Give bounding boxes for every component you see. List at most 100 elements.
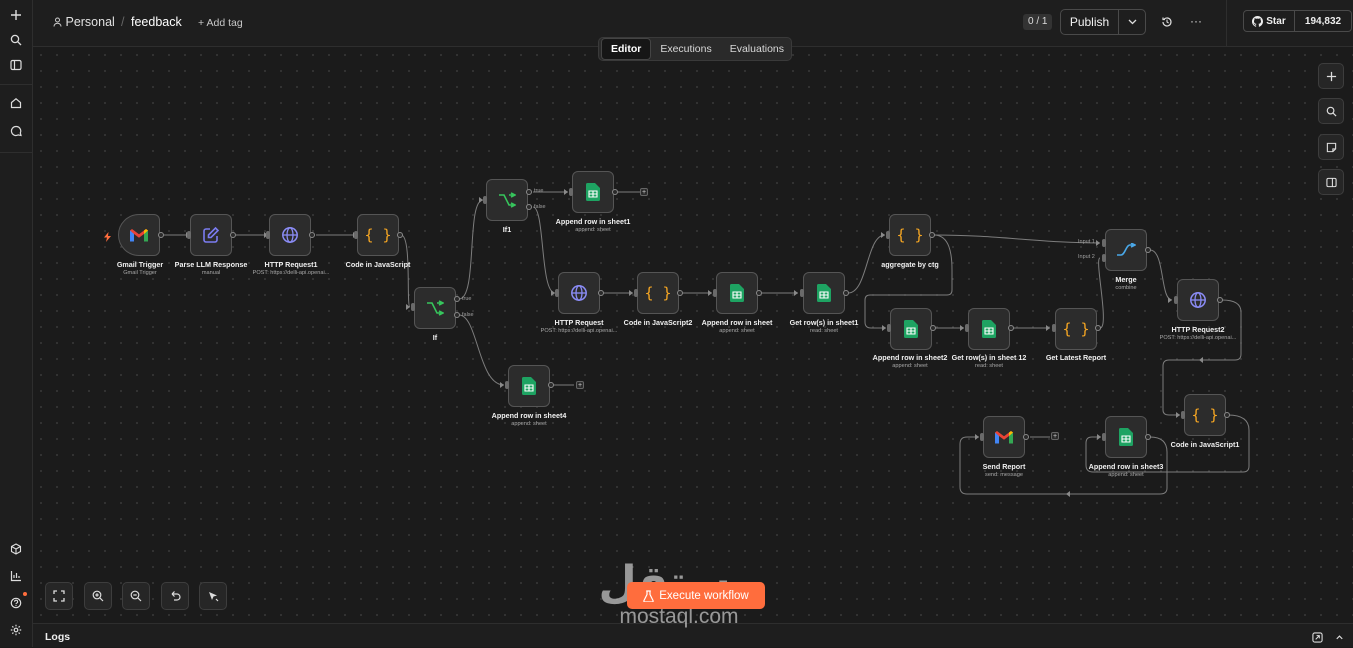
chat-icon[interactable] (6, 121, 26, 141)
input-port[interactable] (980, 433, 984, 441)
output-port[interactable] (1145, 434, 1151, 440)
workflow-canvas[interactable] (33, 47, 1353, 622)
input-port[interactable] (1052, 324, 1056, 332)
node-append-row-in-sheet[interactable] (716, 272, 758, 314)
input-port[interactable] (1174, 296, 1178, 304)
node-code-in-javascript[interactable]: { } (357, 214, 399, 256)
input-port[interactable] (713, 289, 717, 297)
history-icon[interactable] (1161, 15, 1173, 33)
add-node-button[interactable]: + (576, 381, 584, 389)
tab-evaluations[interactable]: Evaluations (721, 39, 793, 59)
input-port[interactable] (483, 196, 487, 204)
output-port[interactable] (548, 382, 554, 388)
output-port[interactable] (930, 325, 936, 331)
node-append-row-in-sheet1[interactable] (572, 171, 614, 213)
input-port-2[interactable] (1102, 254, 1106, 262)
output-port[interactable] (1023, 434, 1029, 440)
output-port-false[interactable] (526, 204, 532, 210)
publish-button[interactable]: Publish (1061, 10, 1119, 34)
github-star-button[interactable]: Star (1244, 11, 1295, 31)
add-node-button[interactable]: + (1051, 432, 1059, 440)
github-star-widget[interactable]: Star 194,832 (1243, 10, 1352, 32)
output-port[interactable] (309, 232, 315, 238)
node-get-rows-in-sheet-12[interactable] (968, 308, 1010, 350)
search-icon[interactable] (6, 30, 26, 50)
output-port[interactable] (397, 232, 403, 238)
zoom-in-button[interactable] (84, 582, 112, 610)
logs-panel[interactable]: Logs (33, 623, 1353, 647)
output-port[interactable] (677, 290, 683, 296)
templates-icon[interactable] (6, 539, 26, 559)
add-node-button[interactable]: + (640, 188, 648, 196)
plus-icon[interactable] (6, 5, 26, 25)
sticky-note-button[interactable] (1318, 134, 1344, 160)
output-port[interactable] (1008, 325, 1014, 331)
node-if1[interactable] (486, 179, 528, 221)
output-port[interactable] (598, 290, 604, 296)
tab-executions[interactable]: Executions (651, 39, 720, 59)
execute-workflow-button[interactable]: Execute workflow (627, 582, 765, 609)
node-http-request[interactable] (558, 272, 600, 314)
input-port[interactable] (505, 381, 509, 389)
output-port[interactable] (612, 189, 618, 195)
input-port[interactable] (411, 303, 415, 311)
output-port[interactable] (1145, 247, 1151, 253)
toggle-panel-button[interactable] (1318, 169, 1344, 195)
output-port[interactable] (1217, 297, 1223, 303)
input-port[interactable] (187, 231, 191, 239)
input-port-1[interactable] (1102, 239, 1106, 247)
input-port[interactable] (800, 289, 804, 297)
node-http-request1[interactable] (269, 214, 311, 256)
undo-button[interactable] (161, 582, 189, 610)
search-nodes-button[interactable] (1318, 98, 1344, 124)
input-port[interactable] (555, 289, 559, 297)
input-port[interactable] (354, 231, 358, 239)
output-port[interactable] (843, 290, 849, 296)
node-append-row-in-sheet2[interactable] (890, 308, 932, 350)
tidy-up-button[interactable] (199, 582, 227, 610)
help-icon[interactable] (6, 592, 27, 613)
node-append-row-in-sheet3[interactable] (1105, 416, 1147, 458)
output-port[interactable] (230, 232, 236, 238)
add-node-panel-button[interactable] (1318, 63, 1344, 89)
input-port[interactable] (1102, 433, 1106, 441)
workflow-name[interactable]: feedback (131, 15, 182, 29)
output-port-true[interactable] (526, 189, 532, 195)
output-port[interactable] (158, 232, 164, 238)
node-aggregate-by-ctg[interactable]: { } (889, 214, 931, 256)
input-port[interactable] (886, 231, 890, 239)
input-port[interactable] (887, 324, 891, 332)
output-port-false[interactable] (454, 312, 460, 318)
zoom-out-button[interactable] (122, 582, 150, 610)
node-get-rows-in-sheet1[interactable] (803, 272, 845, 314)
node-http-request2[interactable] (1177, 279, 1219, 321)
tab-editor[interactable]: Editor (601, 38, 652, 60)
input-port[interactable] (266, 231, 270, 239)
output-port[interactable] (756, 290, 762, 296)
input-port[interactable] (1181, 411, 1185, 419)
project-breadcrumb[interactable]: Personal (53, 15, 115, 29)
node-code-in-javascript2[interactable]: { } (637, 272, 679, 314)
output-port[interactable] (929, 232, 935, 238)
panel-icon[interactable] (6, 55, 26, 75)
node-merge[interactable] (1105, 229, 1147, 271)
settings-icon[interactable] (6, 620, 26, 640)
output-port[interactable] (1224, 412, 1230, 418)
add-tag-button[interactable]: + Add tag (198, 17, 243, 29)
home-icon[interactable] (6, 93, 26, 113)
node-send-report[interactable] (983, 416, 1025, 458)
fit-view-button[interactable] (45, 582, 73, 610)
node-code-in-javascript1[interactable]: { } (1184, 394, 1226, 436)
chevron-down-icon[interactable] (1119, 10, 1145, 34)
node-if[interactable] (414, 287, 456, 329)
more-icon[interactable]: ··· (1190, 14, 1202, 28)
insights-icon[interactable] (6, 566, 26, 586)
node-append-row-in-sheet4[interactable] (508, 365, 550, 407)
popout-icon[interactable] (1312, 630, 1323, 648)
node-gmail-trigger[interactable] (118, 214, 160, 256)
output-port[interactable] (1095, 325, 1101, 331)
input-port[interactable] (965, 324, 969, 332)
input-port[interactable] (634, 289, 638, 297)
node-get-latest-report[interactable]: { } (1055, 308, 1097, 350)
input-port[interactable] (569, 188, 573, 196)
